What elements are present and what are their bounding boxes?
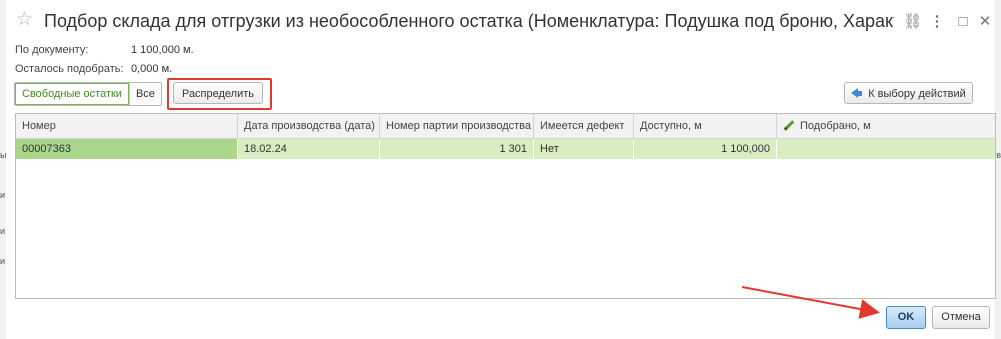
column-header-defect[interactable]: Имеется дефект (534, 114, 634, 138)
remaining-value: 0,000 м. (131, 63, 173, 75)
to-actions-label: К выбору действий (868, 88, 966, 100)
pencil-icon (783, 120, 795, 131)
to-actions-button[interactable]: К выбору действий (844, 82, 973, 104)
ok-button[interactable]: OK (886, 306, 926, 329)
distribute-button[interactable]: Распределить (173, 82, 263, 104)
cell-defect[interactable]: Нет (534, 139, 634, 159)
cell-batch-number[interactable]: 1 301 (380, 139, 534, 159)
column-header-batch-number[interactable]: Номер партии производства (380, 114, 534, 138)
remaining-label: Осталось подобрать: (15, 63, 124, 75)
all-stock-toggle[interactable]: Все (128, 83, 161, 105)
star-icon[interactable]: ☆ (16, 9, 33, 31)
column-header-picked-label: Подобрано, м (800, 120, 871, 132)
cell-picked[interactable] (777, 139, 995, 159)
by-document-label: По документу: (15, 44, 89, 56)
edge-text: и (0, 226, 6, 236)
edge-text: и (0, 256, 6, 266)
table-row[interactable]: 00007363 18.02.24 1 301 Нет 1 100,000 (16, 139, 995, 159)
cancel-button[interactable]: Отмена (932, 306, 990, 329)
cell-production-date[interactable]: 18.02.24 (238, 139, 380, 159)
dialog-title: Подбор склада для отгрузки из необособле… (44, 11, 894, 31)
edge-text: и (0, 190, 6, 200)
column-header-production-date[interactable]: Дата производства (дата) (238, 114, 380, 138)
column-header-available[interactable]: Доступно, м (634, 114, 777, 138)
stock-filter-toggle: Свободные остатки Все (14, 82, 162, 106)
edge-text: в (996, 150, 1001, 160)
title-bar: ☆ Подбор склада для отгрузки из необособ… (6, 0, 995, 42)
selection-dialog: ☆ Подбор склада для отгрузки из необособ… (6, 0, 996, 339)
link-icon[interactable]: ⛓ (903, 12, 922, 32)
arrow-left-icon-tail (857, 91, 863, 96)
close-icon[interactable]: ✕ (976, 12, 994, 32)
maximize-icon[interactable]: □ (954, 12, 972, 32)
stock-table: Номер Дата производства (дата) Номер пар… (15, 113, 996, 299)
cell-available[interactable]: 1 100,000 (634, 139, 777, 159)
free-stock-toggle[interactable]: Свободные остатки (15, 83, 129, 105)
more-menu-icon[interactable]: ⋮ (928, 12, 946, 32)
by-document-value: 1 100,000 м. (131, 44, 194, 56)
column-header-picked[interactable]: Подобрано, м (777, 114, 995, 138)
cell-number[interactable]: 00007363 (16, 139, 238, 159)
table-header: Номер Дата производства (дата) Номер пар… (16, 114, 995, 139)
column-header-number[interactable]: Номер (16, 114, 238, 138)
